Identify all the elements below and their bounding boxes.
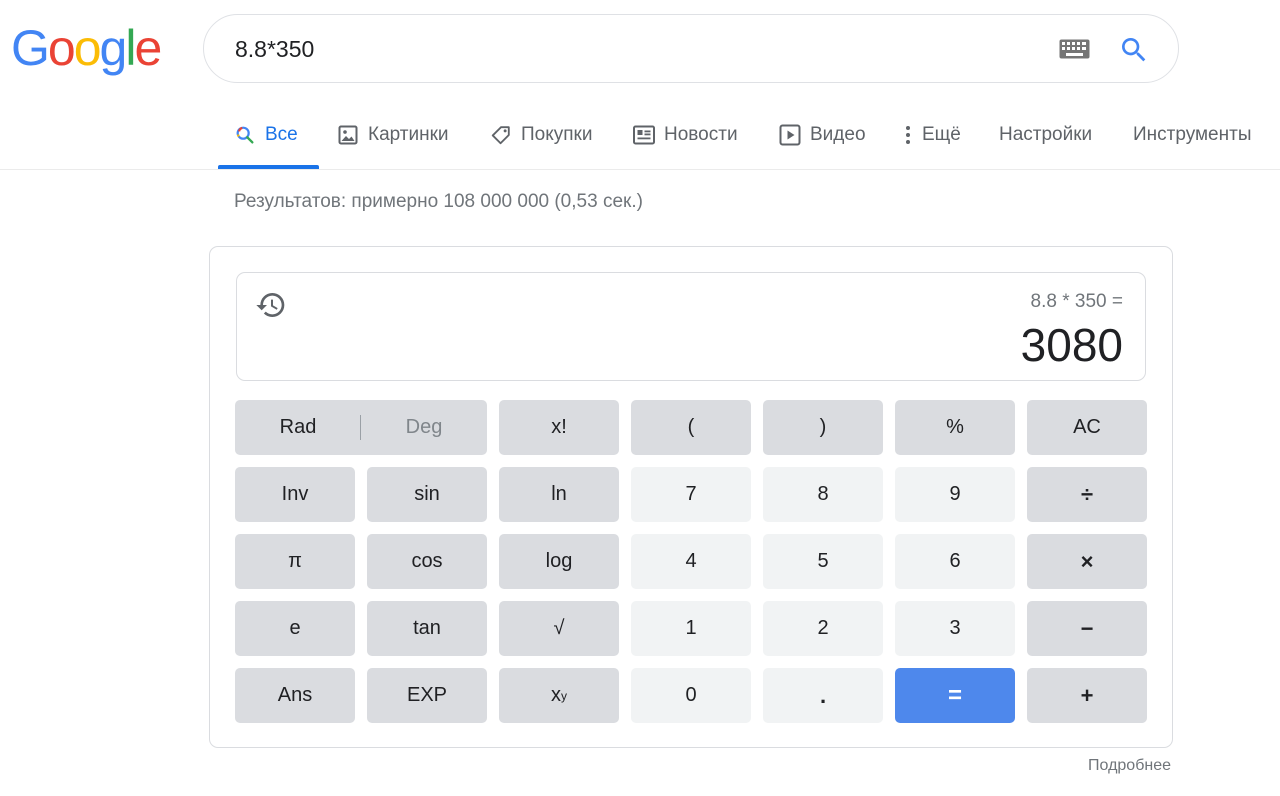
tab-more-label: Ещё (922, 124, 961, 145)
tab-settings[interactable]: Настройки (999, 122, 1092, 148)
tag-icon (490, 124, 512, 146)
calculator-result: 3080 (1020, 319, 1123, 371)
digit-9-button[interactable]: 9 (895, 467, 1015, 522)
digit-4-button[interactable]: 4 (631, 534, 751, 589)
plus-button[interactable]: + (1027, 668, 1147, 723)
digit-7-button[interactable]: 7 (631, 467, 751, 522)
search-icon (234, 124, 256, 146)
ln-button[interactable]: ln (499, 467, 619, 522)
sqrt-button[interactable]: √ (499, 601, 619, 656)
all-clear-button[interactable]: AC (1027, 400, 1147, 455)
minus-button[interactable]: − (1027, 601, 1147, 656)
logo-letter-g: G (11, 20, 50, 76)
deg-button[interactable]: Deg (361, 416, 487, 439)
sin-button[interactable]: sin (367, 467, 487, 522)
search-box (203, 14, 1179, 83)
exp-button[interactable]: EXP (367, 668, 487, 723)
tab-video[interactable]: Видео (779, 122, 866, 148)
cos-button[interactable]: cos (367, 534, 487, 589)
e-button[interactable]: e (235, 601, 355, 656)
digit-3-button[interactable]: 3 (895, 601, 1015, 656)
tab-more[interactable]: Ещё (903, 122, 961, 148)
inv-button[interactable]: Inv (235, 467, 355, 522)
image-icon (337, 124, 359, 146)
google-logo[interactable]: Google (11, 20, 162, 76)
logo-letter-e: e (134, 20, 162, 76)
calculator-expression: 8.8 * 350 = (1030, 291, 1123, 312)
logo-letter-o2: o (73, 20, 102, 76)
tab-news[interactable]: Новости (633, 122, 738, 148)
equals-button[interactable]: = (895, 668, 1015, 723)
power-button[interactable]: xy (499, 668, 619, 723)
tab-images-label: Картинки (368, 124, 449, 145)
tab-all[interactable]: Все (234, 122, 298, 148)
digit-5-button[interactable]: 5 (763, 534, 883, 589)
tab-shopping[interactable]: Покупки (490, 122, 592, 148)
tab-news-label: Новости (664, 124, 738, 145)
logo-letter-l: l (125, 20, 136, 76)
search-icon[interactable] (1118, 34, 1150, 66)
divide-button[interactable]: ÷ (1027, 467, 1147, 522)
digit-0-button[interactable]: 0 (631, 668, 751, 723)
close-paren-button[interactable]: ) (763, 400, 883, 455)
digit-6-button[interactable]: 6 (895, 534, 1015, 589)
tab-tools[interactable]: Инструменты (1133, 122, 1251, 148)
calculator-card: 8.8 * 350 = 3080 Rad Deg x! ( ) % AC Inv… (209, 246, 1173, 748)
multiply-button[interactable]: × (1027, 534, 1147, 589)
keyboard-icon[interactable] (1059, 39, 1090, 59)
logo-letter-g2: g (99, 20, 128, 76)
tab-all-label: Все (265, 124, 298, 145)
digit-8-button[interactable]: 8 (763, 467, 883, 522)
tan-button[interactable]: tan (367, 601, 487, 656)
log-button[interactable]: log (499, 534, 619, 589)
digit-1-button[interactable]: 1 (631, 601, 751, 656)
tab-shopping-label: Покупки (521, 124, 593, 145)
ans-button[interactable]: Ans (235, 668, 355, 723)
search-input[interactable] (235, 33, 1015, 65)
search-tabs: Все Картинки Покупки Новости Видео Ещё Н… (0, 108, 1280, 170)
decimal-point-button[interactable]: . (763, 668, 883, 723)
play-icon (779, 124, 801, 146)
percent-button[interactable]: % (895, 400, 1015, 455)
tab-tools-label: Инструменты (1133, 124, 1252, 145)
result-stats: Результатов: примерно 108 000 000 (0,53 … (234, 191, 643, 212)
logo-letter-o1: o (47, 20, 76, 76)
calculator-display: 8.8 * 350 = 3080 (236, 272, 1146, 381)
tab-video-label: Видео (810, 124, 866, 145)
factorial-button[interactable]: x! (499, 400, 619, 455)
more-vert-icon (903, 124, 913, 146)
history-icon[interactable] (255, 289, 287, 321)
digit-2-button[interactable]: 2 (763, 601, 883, 656)
tab-settings-label: Настройки (999, 124, 1093, 145)
power-exponent: y (561, 688, 567, 703)
more-info-link[interactable]: Подробнее (1088, 757, 1171, 775)
news-icon (633, 124, 655, 146)
tab-images[interactable]: Картинки (337, 122, 449, 148)
power-base: x (551, 684, 561, 706)
rad-button[interactable]: Rad (235, 416, 361, 439)
open-paren-button[interactable]: ( (631, 400, 751, 455)
active-tab-indicator (218, 165, 319, 169)
pi-button[interactable]: π (235, 534, 355, 589)
rad-deg-toggle[interactable]: Rad Deg (235, 400, 487, 455)
